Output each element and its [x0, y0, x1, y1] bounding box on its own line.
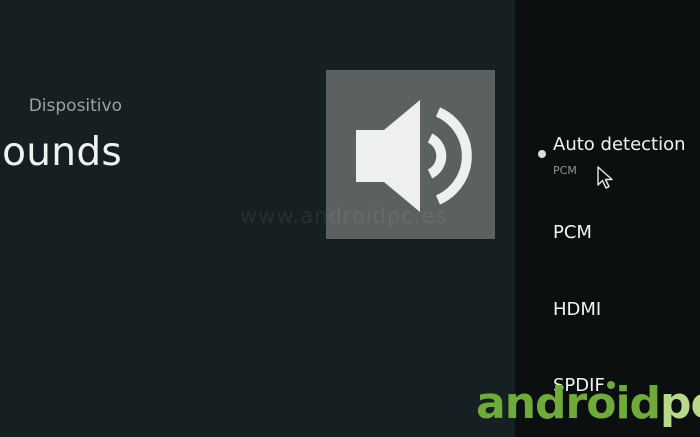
logo-dot	[607, 381, 615, 389]
androidpc-logo: androidpc	[476, 378, 700, 429]
option-hdmi[interactable]: HDMI	[553, 299, 601, 320]
option-pcm[interactable]: PCM	[553, 222, 592, 243]
tv-settings-screen: Dispositivo Digital sounds www.androidpc…	[0, 0, 700, 437]
option-auto-detection-sublabel: PCM	[553, 164, 577, 177]
selected-indicator	[538, 150, 546, 158]
logo-text-android: android	[476, 378, 661, 429]
page-title: Digital sounds	[0, 130, 122, 175]
breadcrumb: Dispositivo	[28, 96, 122, 116]
option-auto-detection[interactable]: Auto detection	[553, 134, 686, 155]
logo-text-pc: pc	[660, 378, 700, 429]
mouse-cursor-icon	[597, 166, 613, 189]
speaker-volume-icon	[356, 100, 472, 212]
site-watermark: www.androidpc.es	[240, 204, 448, 228]
options-pane	[515, 0, 700, 437]
detail-pane: Dispositivo Digital sounds www.androidpc…	[0, 0, 515, 437]
